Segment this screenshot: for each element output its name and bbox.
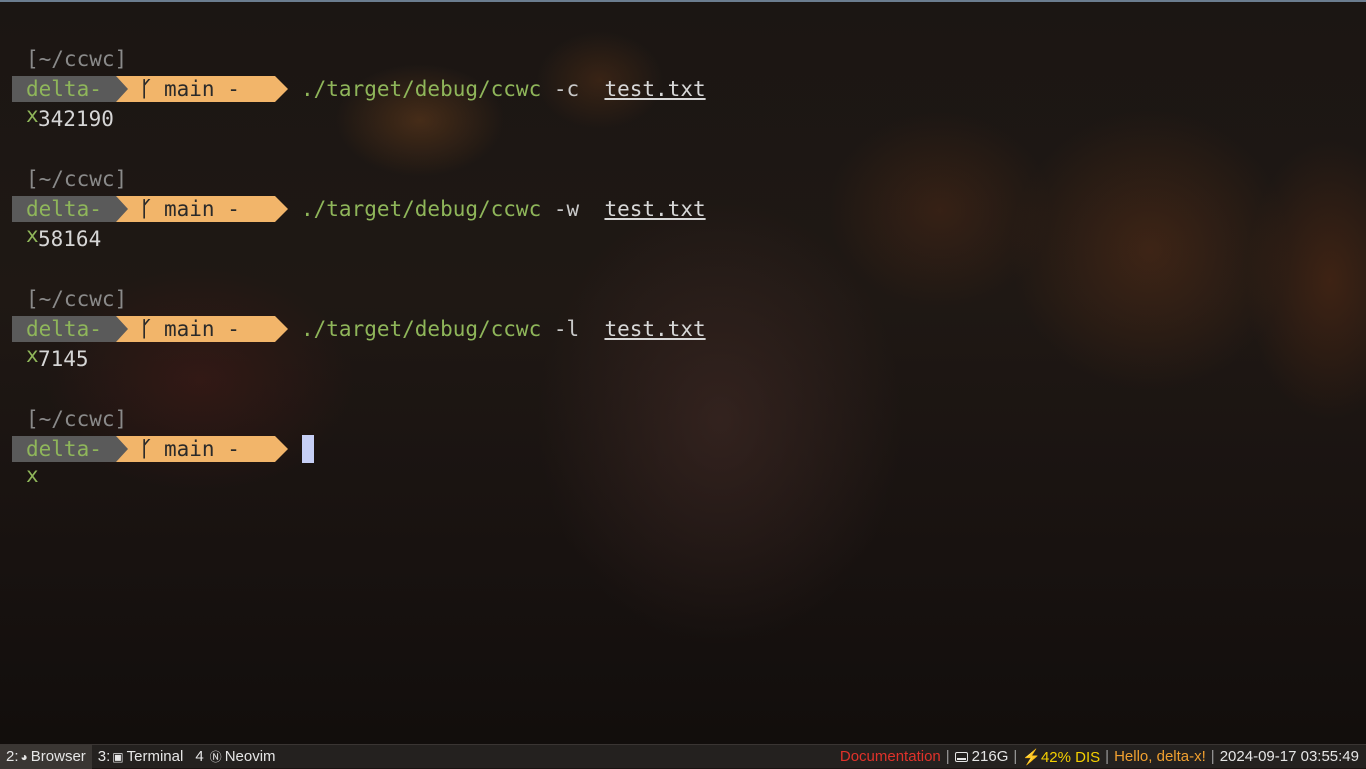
terminal-icon: ▣ [112, 749, 124, 764]
battery-status: ⚡42% DIS [1017, 748, 1105, 766]
cwd-label: [~/ccwc] [26, 287, 128, 311]
workspace-label: Browser [30, 748, 86, 765]
command-path: ./target/debug/ccwc [301, 77, 542, 101]
battery-value: 42% DIS [1040, 748, 1101, 766]
command-file-arg: test.txt [604, 317, 706, 341]
workspace-number: 2: [6, 748, 19, 765]
git-branch-icon: ᚴ [139, 77, 153, 101]
prompt-line: delta-x ᚴ main - ./target/debug/ccwc -c … [12, 74, 1352, 127]
prompt-git-segment: ᚴ main - [128, 436, 275, 462]
cwd-label: [~/ccwc] [26, 167, 128, 191]
bolt-icon: ⚡ [1022, 748, 1041, 766]
terminal-window[interactable]: [~/ccwc] delta-x ᚴ main - ./target/debug… [12, 44, 1352, 524]
prompt-branch: main - [164, 77, 240, 101]
prompt-branch: main - [164, 437, 240, 461]
disk-icon [954, 752, 968, 763]
status-bar: 2: ◕ Browser 3: ▣ Terminal 4 Ⓝ Neovim Do… [0, 744, 1366, 769]
prompt-separator [275, 316, 288, 342]
prompt-line: delta-x ᚴ main - ./target/debug/ccwc -l … [12, 314, 1352, 367]
command-text: ./target/debug/ccwc -l test.txt [301, 314, 706, 344]
prompt-host: delta-x [12, 76, 116, 127]
prompt-git-segment: ᚴ main - [128, 316, 275, 342]
greeting-text: Hello, delta-x! [1114, 748, 1206, 765]
prompt-line[interactable]: delta-x ᚴ main - [12, 434, 1352, 487]
window-border [0, 0, 1366, 2]
command-block: [~/ccwc] delta-x ᚴ main - [12, 404, 1352, 524]
workspace-browser[interactable]: 2: ◕ Browser [0, 744, 92, 769]
disk-value: 216G [971, 748, 1009, 765]
prompt-git-segment: ᚴ main - [128, 76, 275, 102]
workspace-number: 3: [97, 748, 111, 765]
command-output: 7145 [38, 347, 89, 371]
git-branch-icon: ᚴ [139, 317, 153, 341]
prompt-separator [275, 196, 288, 222]
prompt-branch: main - [164, 197, 240, 221]
prompt-separator [116, 316, 128, 342]
command-output: 342190 [38, 107, 114, 131]
workspace-neovim[interactable]: 4 Ⓝ Neovim [189, 745, 281, 769]
command-flag: -c [553, 77, 580, 101]
prompt-separator [275, 76, 288, 102]
clock: 2024-09-17 03:55:49 [1219, 748, 1359, 765]
command-path: ./target/debug/ccwc [301, 197, 542, 221]
prompt-host: delta-x [12, 436, 116, 487]
command-block: [~/ccwc] delta-x ᚴ main - ./target/debug… [12, 284, 1352, 404]
workspace-label: Terminal [126, 748, 184, 765]
workspace-number: 4 [195, 748, 204, 765]
git-branch-icon: ᚴ [139, 437, 153, 461]
disk-usage: 216G [950, 748, 1014, 765]
neovim-icon: Ⓝ [209, 750, 222, 764]
prompt-host: delta-x [12, 196, 116, 247]
workspace-list: 2: ◕ Browser 3: ▣ Terminal 4 Ⓝ Neovim [0, 744, 282, 769]
command-block: [~/ccwc] delta-x ᚴ main - ./target/debug… [12, 44, 1352, 164]
prompt-separator [275, 436, 288, 462]
command-flag: -w [553, 197, 580, 221]
command-path: ./target/debug/ccwc [301, 317, 542, 341]
browser-icon: ◕ [20, 749, 28, 764]
prompt-line: delta-x ᚴ main - ./target/debug/ccwc -w … [12, 194, 1352, 247]
command-flag: -l [553, 317, 580, 341]
cwd-label: [~/ccwc] [26, 407, 128, 431]
command-output: 58164 [38, 227, 102, 251]
cwd-label: [~/ccwc] [26, 47, 128, 71]
command-text: ./target/debug/ccwc -w test.txt [301, 194, 706, 224]
documentation-link[interactable]: Documentation [835, 748, 946, 765]
command-file-arg: test.txt [604, 197, 706, 221]
prompt-separator [116, 436, 128, 462]
git-branch-icon: ᚴ [139, 197, 153, 221]
prompt-git-segment: ᚴ main - [128, 196, 275, 222]
prompt-host: delta-x [12, 316, 116, 367]
command-block: [~/ccwc] delta-x ᚴ main - ./target/debug… [12, 164, 1352, 284]
command-text: ./target/debug/ccwc -c test.txt [301, 74, 706, 104]
workspace-label: Neovim [224, 748, 276, 765]
prompt-separator [116, 196, 128, 222]
workspace-terminal[interactable]: 3: ▣ Terminal [92, 745, 190, 769]
command-file-arg: test.txt [604, 77, 706, 101]
prompt-separator [116, 76, 128, 102]
status-modules: Documentation | 216G | ⚡42% DIS | Hello,… [835, 745, 1366, 769]
prompt-branch: main - [164, 317, 240, 341]
terminal-cursor[interactable] [302, 435, 314, 463]
